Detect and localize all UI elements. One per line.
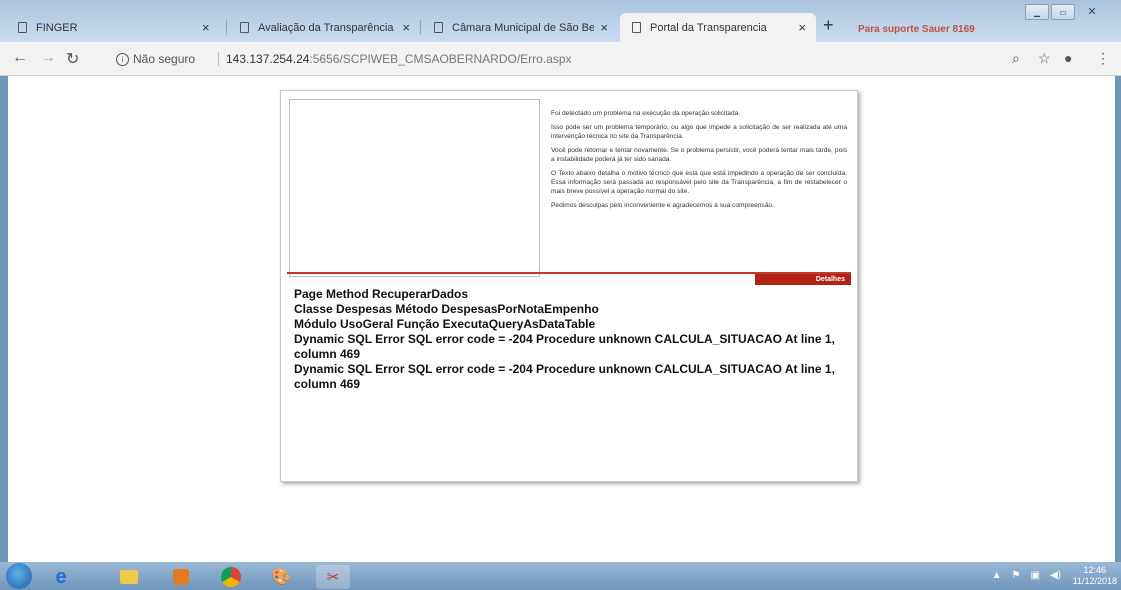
file-explorer-icon[interactable] xyxy=(112,565,146,589)
close-icon[interactable]: × xyxy=(402,20,410,35)
close-icon[interactable]: × xyxy=(798,20,806,35)
address-bar: ← → ↻ i Não seguro 143.137.254.24:5656/S… xyxy=(0,42,1121,76)
url-path: :5656/SCPIWEB_CMSAOBERNARDO/Erro.aspx xyxy=(309,52,572,66)
message-paragraph: Pedimos desculpas pelo inconveniente e a… xyxy=(551,202,774,209)
clock-date: 11/12/2018 xyxy=(1072,576,1117,586)
star-icon[interactable]: ☆ xyxy=(1038,50,1051,67)
message-paragraph: Você pode retornar e tentar novamente. S… xyxy=(551,147,847,163)
window-controls: ▁ ▭ ✕ xyxy=(1025,4,1107,20)
browser-tab-strip: FINGER × Avaliação da Transparência dos … xyxy=(0,0,1121,42)
close-window-button[interactable]: ✕ xyxy=(1077,4,1107,18)
url-field[interactable]: 143.137.254.24:5656/SCPIWEB_CMSAOBERNARD… xyxy=(226,52,572,66)
minimize-button[interactable]: ▁ xyxy=(1025,4,1049,20)
overlay-banner-text: Para suporte Sauer 8169 xyxy=(858,24,975,35)
detail-line: Dynamic SQL Error SQL error code = -204 … xyxy=(294,332,835,361)
maximize-button[interactable]: ▭ xyxy=(1051,4,1075,20)
tab-avaliacao[interactable]: Avaliação da Transparência dos : × xyxy=(228,13,420,42)
tab-finger[interactable]: FINGER xyxy=(6,13,106,42)
tab-portal-transparencia[interactable]: Portal da Transparencia × xyxy=(620,13,816,42)
url-host: 143.137.254.24 xyxy=(226,52,310,66)
detail-line: Page Method RecuperarDados xyxy=(294,287,469,301)
message-paragraph: O Texto abaixo detalha o motivo técnico … xyxy=(551,170,847,195)
message-paragraph: Isso pode ser um problema temporário, ou… xyxy=(551,124,847,140)
document-icon xyxy=(632,22,641,33)
flag-icon[interactable]: ⚑ xyxy=(1012,570,1021,581)
volume-icon[interactable]: ◀) xyxy=(1050,570,1061,581)
tab-label: Avaliação da Transparência dos : xyxy=(258,21,396,34)
profile-icon[interactable]: ● xyxy=(1064,50,1072,66)
error-details: Page Method RecuperarDados Classe Despes… xyxy=(294,287,846,392)
new-tab-button[interactable]: + xyxy=(823,15,834,36)
close-icon[interactable]: × xyxy=(202,20,210,35)
snipping-tool-icon[interactable]: ✂ xyxy=(316,565,350,589)
error-message: Foi detectado um problema na execução da… xyxy=(551,109,847,215)
menu-icon[interactable]: ⋮ xyxy=(1096,50,1110,67)
paint-icon[interactable]: 🎨 xyxy=(264,565,298,589)
tab-label: FINGER xyxy=(36,21,78,34)
page-viewport: Foi detectado um problema na execução da… xyxy=(8,76,1115,562)
info-icon[interactable]: i xyxy=(116,53,129,66)
clock[interactable]: 12:46 11/12/2018 xyxy=(1073,565,1117,587)
message-paragraph: Foi detectado um problema na execução da… xyxy=(551,110,741,117)
details-header[interactable]: Detalhes xyxy=(755,274,851,285)
system-tray: ▲ ⚑ ▣ ◀) xyxy=(992,570,1061,581)
close-icon[interactable]: × xyxy=(600,20,608,35)
document-icon xyxy=(18,22,27,33)
network-icon[interactable]: ▣ xyxy=(1031,570,1040,581)
windows-start-icon[interactable] xyxy=(6,563,32,589)
media-player-icon[interactable] xyxy=(164,565,198,589)
zoom-icon[interactable]: ⌕ xyxy=(1012,50,1020,67)
error-panel: Foi detectado um problema na execução da… xyxy=(280,90,858,482)
document-icon xyxy=(434,22,443,33)
tab-finger-close[interactable]: × xyxy=(196,13,226,42)
back-arrow-icon[interactable]: ← xyxy=(12,49,28,67)
detail-line: Dynamic SQL Error SQL error code = -204 … xyxy=(294,362,835,391)
detail-line: Classe Despesas Método DespesasPorNotaEm… xyxy=(294,302,599,316)
chrome-icon[interactable] xyxy=(214,565,248,589)
document-icon xyxy=(240,22,249,33)
tab-label: Câmara Municipal de São Berdar xyxy=(452,21,595,34)
clock-time: 12:46 xyxy=(1083,565,1107,575)
detail-line: Módulo UsoGeral Função ExecutaQueryAsDat… xyxy=(294,317,596,331)
tab-camara-municipal[interactable]: Câmara Municipal de São Berdar × xyxy=(422,13,618,42)
taskbar: e 🎨 ✂ ▲ ⚑ ▣ ◀) 12:46 11/12/2018 xyxy=(0,562,1121,590)
reload-icon[interactable]: ↻ xyxy=(66,49,79,69)
error-image-placeholder xyxy=(289,99,540,277)
forward-arrow-icon[interactable]: → xyxy=(40,49,56,67)
security-status[interactable]: Não seguro xyxy=(133,52,195,66)
tab-label: Portal da Transparencia xyxy=(650,21,767,34)
tray-up-arrow-icon[interactable]: ▲ xyxy=(992,570,1002,581)
internet-explorer-icon[interactable]: e xyxy=(44,565,78,589)
